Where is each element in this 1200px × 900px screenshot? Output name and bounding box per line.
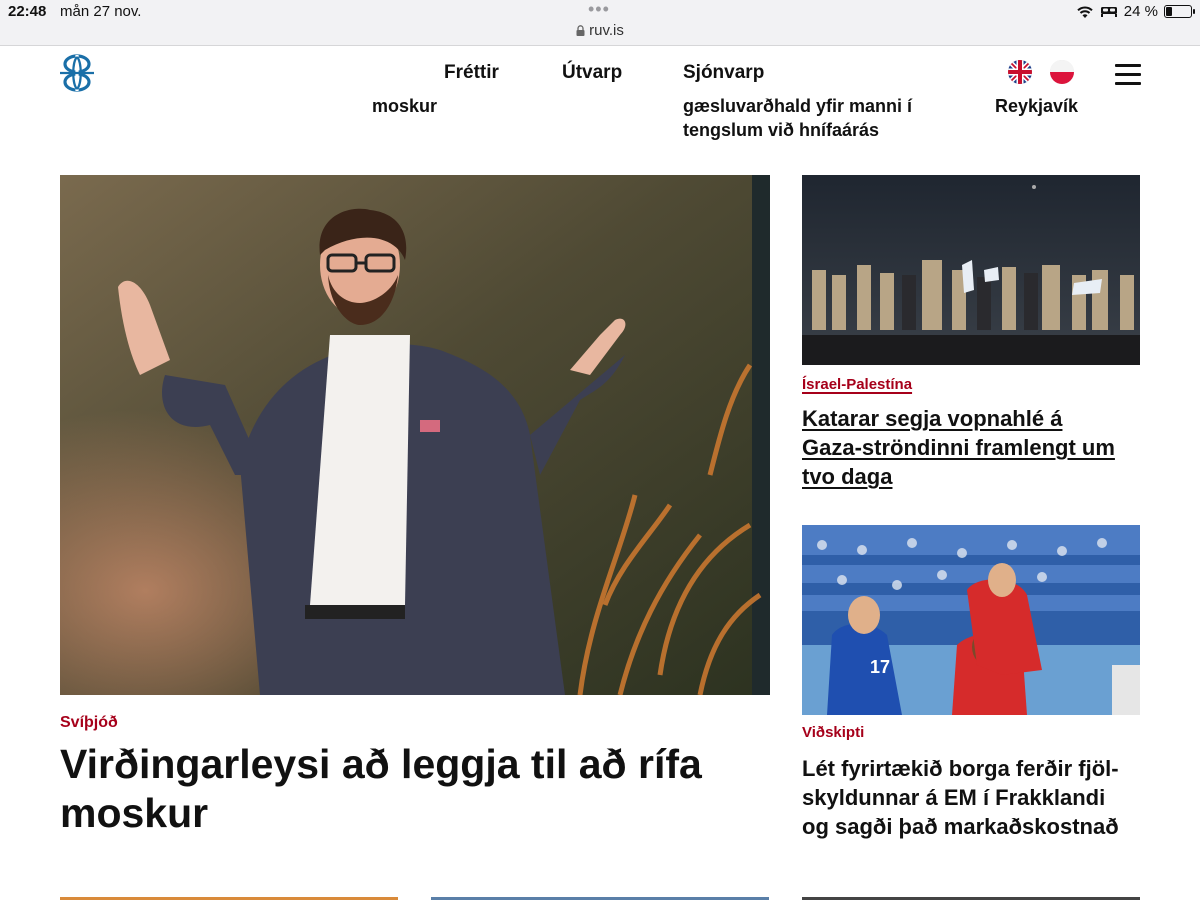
lock-icon [576,25,585,36]
side-article-2-image[interactable]: 17 [802,525,1140,715]
side-article-1-title[interactable]: Katarar segja vopnahlé á Gaza-ströndinni… [802,404,1140,491]
wifi-icon [1077,5,1093,18]
svg-text:17: 17 [870,657,890,677]
main-article-kicker[interactable]: Svíþjóð [60,714,118,732]
menu-icon[interactable] [1115,64,1141,86]
ticker-item-1[interactable]: moskur [372,94,437,118]
uk-flag-icon[interactable] [1008,60,1032,84]
side-article-2-title[interactable]: Lét fyrirtækið borga ferðir fjöl- skyldu… [802,754,1140,841]
bed-icon [1100,7,1117,17]
tab-overview-dots[interactable]: ••• [588,0,610,18]
address-bar[interactable]: ruv.is [0,22,1200,39]
side-article-1-kicker[interactable]: Ísrael-Palestína [802,376,912,393]
nav-utvarp[interactable]: Útvarp [562,62,622,84]
status-indicators: 24 % [1076,3,1195,20]
side-article-2-kicker[interactable]: Viðskipti [802,724,864,741]
nav-sjonvarp[interactable]: Sjónvarp [683,62,764,84]
poland-flag-icon[interactable] [1050,60,1074,84]
status-time: 22:48 [8,3,47,20]
main-article-title[interactable]: Virðingarleysi að leggja til að rífa mos… [60,740,750,838]
side-article-1-image[interactable] [802,175,1140,365]
url-text: ruv.is [589,22,624,39]
ticker-item-2[interactable]: gæsluvarðhald yfir manni í tengslum við … [683,94,912,142]
ticker-item-3[interactable]: Reykjavík [995,94,1078,118]
battery-icon [1164,5,1195,18]
status-date: mån 27 nov. [60,3,142,20]
nav-frettir[interactable]: Fréttir [444,62,499,84]
battery-percent: 24 % [1123,3,1158,20]
main-article-image[interactable] [60,175,770,695]
ruv-logo[interactable] [58,54,96,92]
status-bar: 22:48 mån 27 nov. ••• 24 % ruv.is [0,0,1200,46]
